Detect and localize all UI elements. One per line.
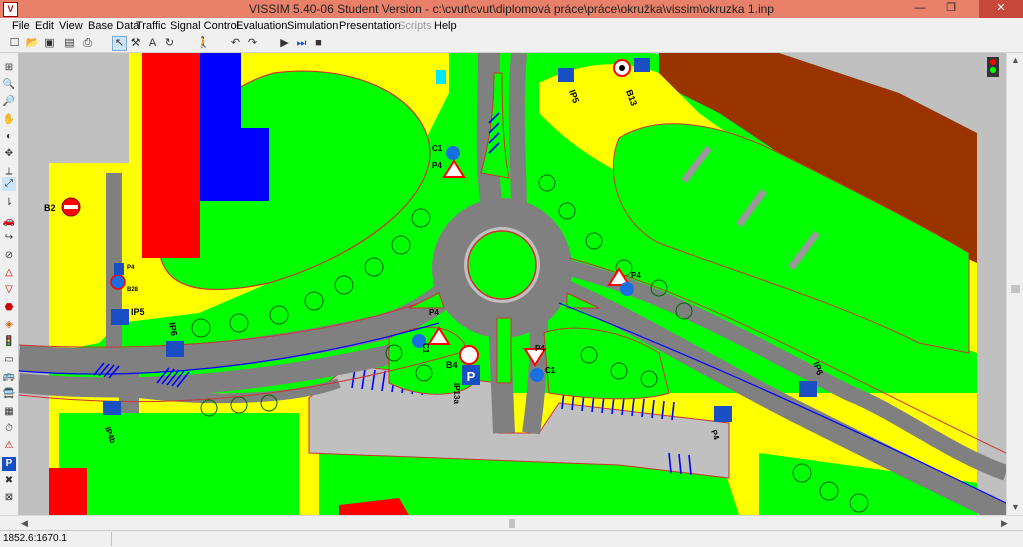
scroll-up-icon[interactable]: ▲ xyxy=(1011,55,1020,65)
toolbar: ☐ 📂 ▣ ▤ ⎙ ↖ ⚒ A ↻ 🚶 ↶ ↷ ▶ ⏭ ■ xyxy=(0,35,1023,53)
cursor-coordinates: 1852.6:1670.1 xyxy=(3,533,67,544)
step-forward-icon[interactable]: ⏭ xyxy=(294,36,309,51)
menu-signal-control[interactable]: Signal Control xyxy=(170,20,239,32)
select-pointer-icon[interactable]: ↖ xyxy=(112,36,127,51)
scroll-right-icon[interactable]: ▶ xyxy=(1001,518,1008,529)
zoom-all-icon[interactable]: ⊞ xyxy=(2,61,16,75)
label-p4-d: P4 xyxy=(429,308,439,317)
window-title: VISSIM 5.40-06 Student Version - c:\cvut… xyxy=(249,2,774,16)
menu-file[interactable]: File xyxy=(12,20,30,32)
scroll-left-icon[interactable]: ◀ xyxy=(21,518,28,529)
label-ip5-left: IP5 xyxy=(131,307,145,317)
open-folder-icon[interactable]: 📂 xyxy=(25,36,40,51)
vertical-scroll-thumb[interactable] xyxy=(1011,285,1020,293)
text-tool-icon[interactable]: A xyxy=(145,36,160,51)
label-b28: B28 xyxy=(127,287,139,293)
zoom-out-icon[interactable]: 🔎 xyxy=(2,95,16,109)
menu-help[interactable]: Help xyxy=(434,20,457,32)
closed-road-icon[interactable]: ✖ xyxy=(2,474,16,488)
warning-sign-icon[interactable]: △ xyxy=(2,266,16,280)
vehicle-input-icon[interactable]: 🚗 xyxy=(2,215,16,229)
minimize-button[interactable]: — xyxy=(905,0,935,18)
pedestrian-icon[interactable]: 🚶 xyxy=(196,36,211,51)
status-separator xyxy=(111,532,112,546)
traffic-light-icon[interactable]: 🚦 xyxy=(2,335,16,349)
svg-text:P: P xyxy=(467,369,476,384)
menu-bar: File Edit View Base Data Traffic Signal … xyxy=(0,18,1023,35)
roundabout-center-island xyxy=(467,230,537,300)
stop-icon[interactable]: ■ xyxy=(311,36,326,51)
print-preview-icon[interactable]: ▤ xyxy=(62,36,77,51)
label-p4-a: P4 xyxy=(432,161,442,170)
3d-model-icon[interactable]: ⊠ xyxy=(2,491,16,505)
title-bar: V VISSIM 5.40-06 Student Version - c:\cv… xyxy=(0,0,1023,19)
label-p4-b: P4 xyxy=(631,271,641,280)
bus-stop-icon[interactable]: 🚌 xyxy=(2,370,16,384)
detector-icon[interactable]: ▭ xyxy=(2,353,16,367)
menu-simulation[interactable]: Simulation xyxy=(287,20,338,32)
network-canvas[interactable]: P B2 B13 IP5 IP5 IP6 IP6 B4 C1 C1 C1 P4 … xyxy=(19,53,1006,515)
status-bar: 1852.6:1670.1 xyxy=(0,530,1023,547)
queue-counter-icon[interactable]: ⚠ xyxy=(2,439,16,453)
routing-icon[interactable]: ↪ xyxy=(2,231,16,245)
links-tool-icon[interactable]: ⤢ xyxy=(2,177,16,191)
close-button[interactable]: ✕ xyxy=(979,0,1023,18)
menu-scripts: Scripts xyxy=(398,20,432,32)
zoom-in-icon[interactable]: 🔍 xyxy=(2,78,16,92)
speed-limit-sign-icon[interactable]: ⊘ xyxy=(2,249,16,263)
label-b2: B2 xyxy=(44,203,56,213)
menu-view[interactable]: View xyxy=(59,20,83,32)
menu-evaluation[interactable]: Evaluation xyxy=(236,20,287,32)
restore-button[interactable]: ❐ xyxy=(936,0,966,18)
label-p4-c: P4 xyxy=(535,344,545,353)
stop-sign-icon[interactable]: ⬣ xyxy=(2,301,16,315)
vertical-scrollbar[interactable]: ▲ ▼ xyxy=(1006,53,1023,515)
label-b4: B4 xyxy=(446,360,458,370)
rotate-view-icon[interactable]: ✥ xyxy=(2,147,16,161)
yield-sign-icon[interactable]: ▽ xyxy=(2,283,16,297)
play-icon[interactable]: ▶ xyxy=(277,36,292,51)
redo-icon[interactable]: ↷ xyxy=(245,36,260,51)
scroll-down-icon[interactable]: ▼ xyxy=(1011,502,1020,512)
menu-base-data[interactable]: Base Data xyxy=(88,20,139,32)
pan-hand-icon[interactable]: ✋ xyxy=(2,113,16,127)
travel-time-icon[interactable]: ⏱ xyxy=(2,422,16,436)
rotate-icon[interactable]: ↻ xyxy=(162,36,177,51)
connector-icon[interactable]: ⇂ xyxy=(2,196,16,210)
horizontal-scroll-thumb[interactable] xyxy=(509,519,515,528)
red-building-bottom xyxy=(49,468,87,515)
menu-edit[interactable]: Edit xyxy=(35,20,54,32)
parking-lot-icon[interactable]: P xyxy=(2,457,16,471)
previous-view-icon[interactable]: ◐ xyxy=(2,130,16,144)
label-ip13a: IP13a xyxy=(452,383,461,404)
red-building xyxy=(142,53,200,258)
menu-presentation[interactable]: Presentation xyxy=(339,20,401,32)
label-c1-c: C1 xyxy=(545,366,556,375)
conflict-area-icon[interactable]: ◈ xyxy=(2,318,16,332)
horizontal-scrollbar[interactable]: ◀ ▶ xyxy=(0,515,1023,531)
network-edit-icon[interactable]: ⚒ xyxy=(128,36,143,51)
label-c1-b: C1 xyxy=(421,343,430,354)
node-icon[interactable]: ▦ xyxy=(2,405,16,419)
public-transport-line-icon[interactable]: 🚍 xyxy=(2,387,16,401)
network-map[interactable]: P B2 B13 IP5 IP5 IP6 IP6 B4 C1 C1 C1 P4 … xyxy=(19,53,1006,515)
left-tool-palette: ⊞ 🔍 🔎 ✋ ◐ ✥ ⟂ ⤢ ⇂ 🚗 ↪ ⊘ △ ▽ ⬣ ◈ 🚦 ▭ 🚌 🚍 … xyxy=(0,53,19,515)
save-icon[interactable]: ▣ xyxy=(42,36,57,51)
label-p4-e: P4 xyxy=(127,265,135,271)
new-file-icon[interactable]: ☐ xyxy=(7,36,22,51)
label-c1-a: C1 xyxy=(432,144,443,153)
print-icon[interactable]: ⎙ xyxy=(80,36,95,51)
menu-traffic[interactable]: Traffic xyxy=(136,20,166,32)
undo-icon[interactable]: ↶ xyxy=(228,36,243,51)
gray-boundary-left xyxy=(19,53,49,515)
